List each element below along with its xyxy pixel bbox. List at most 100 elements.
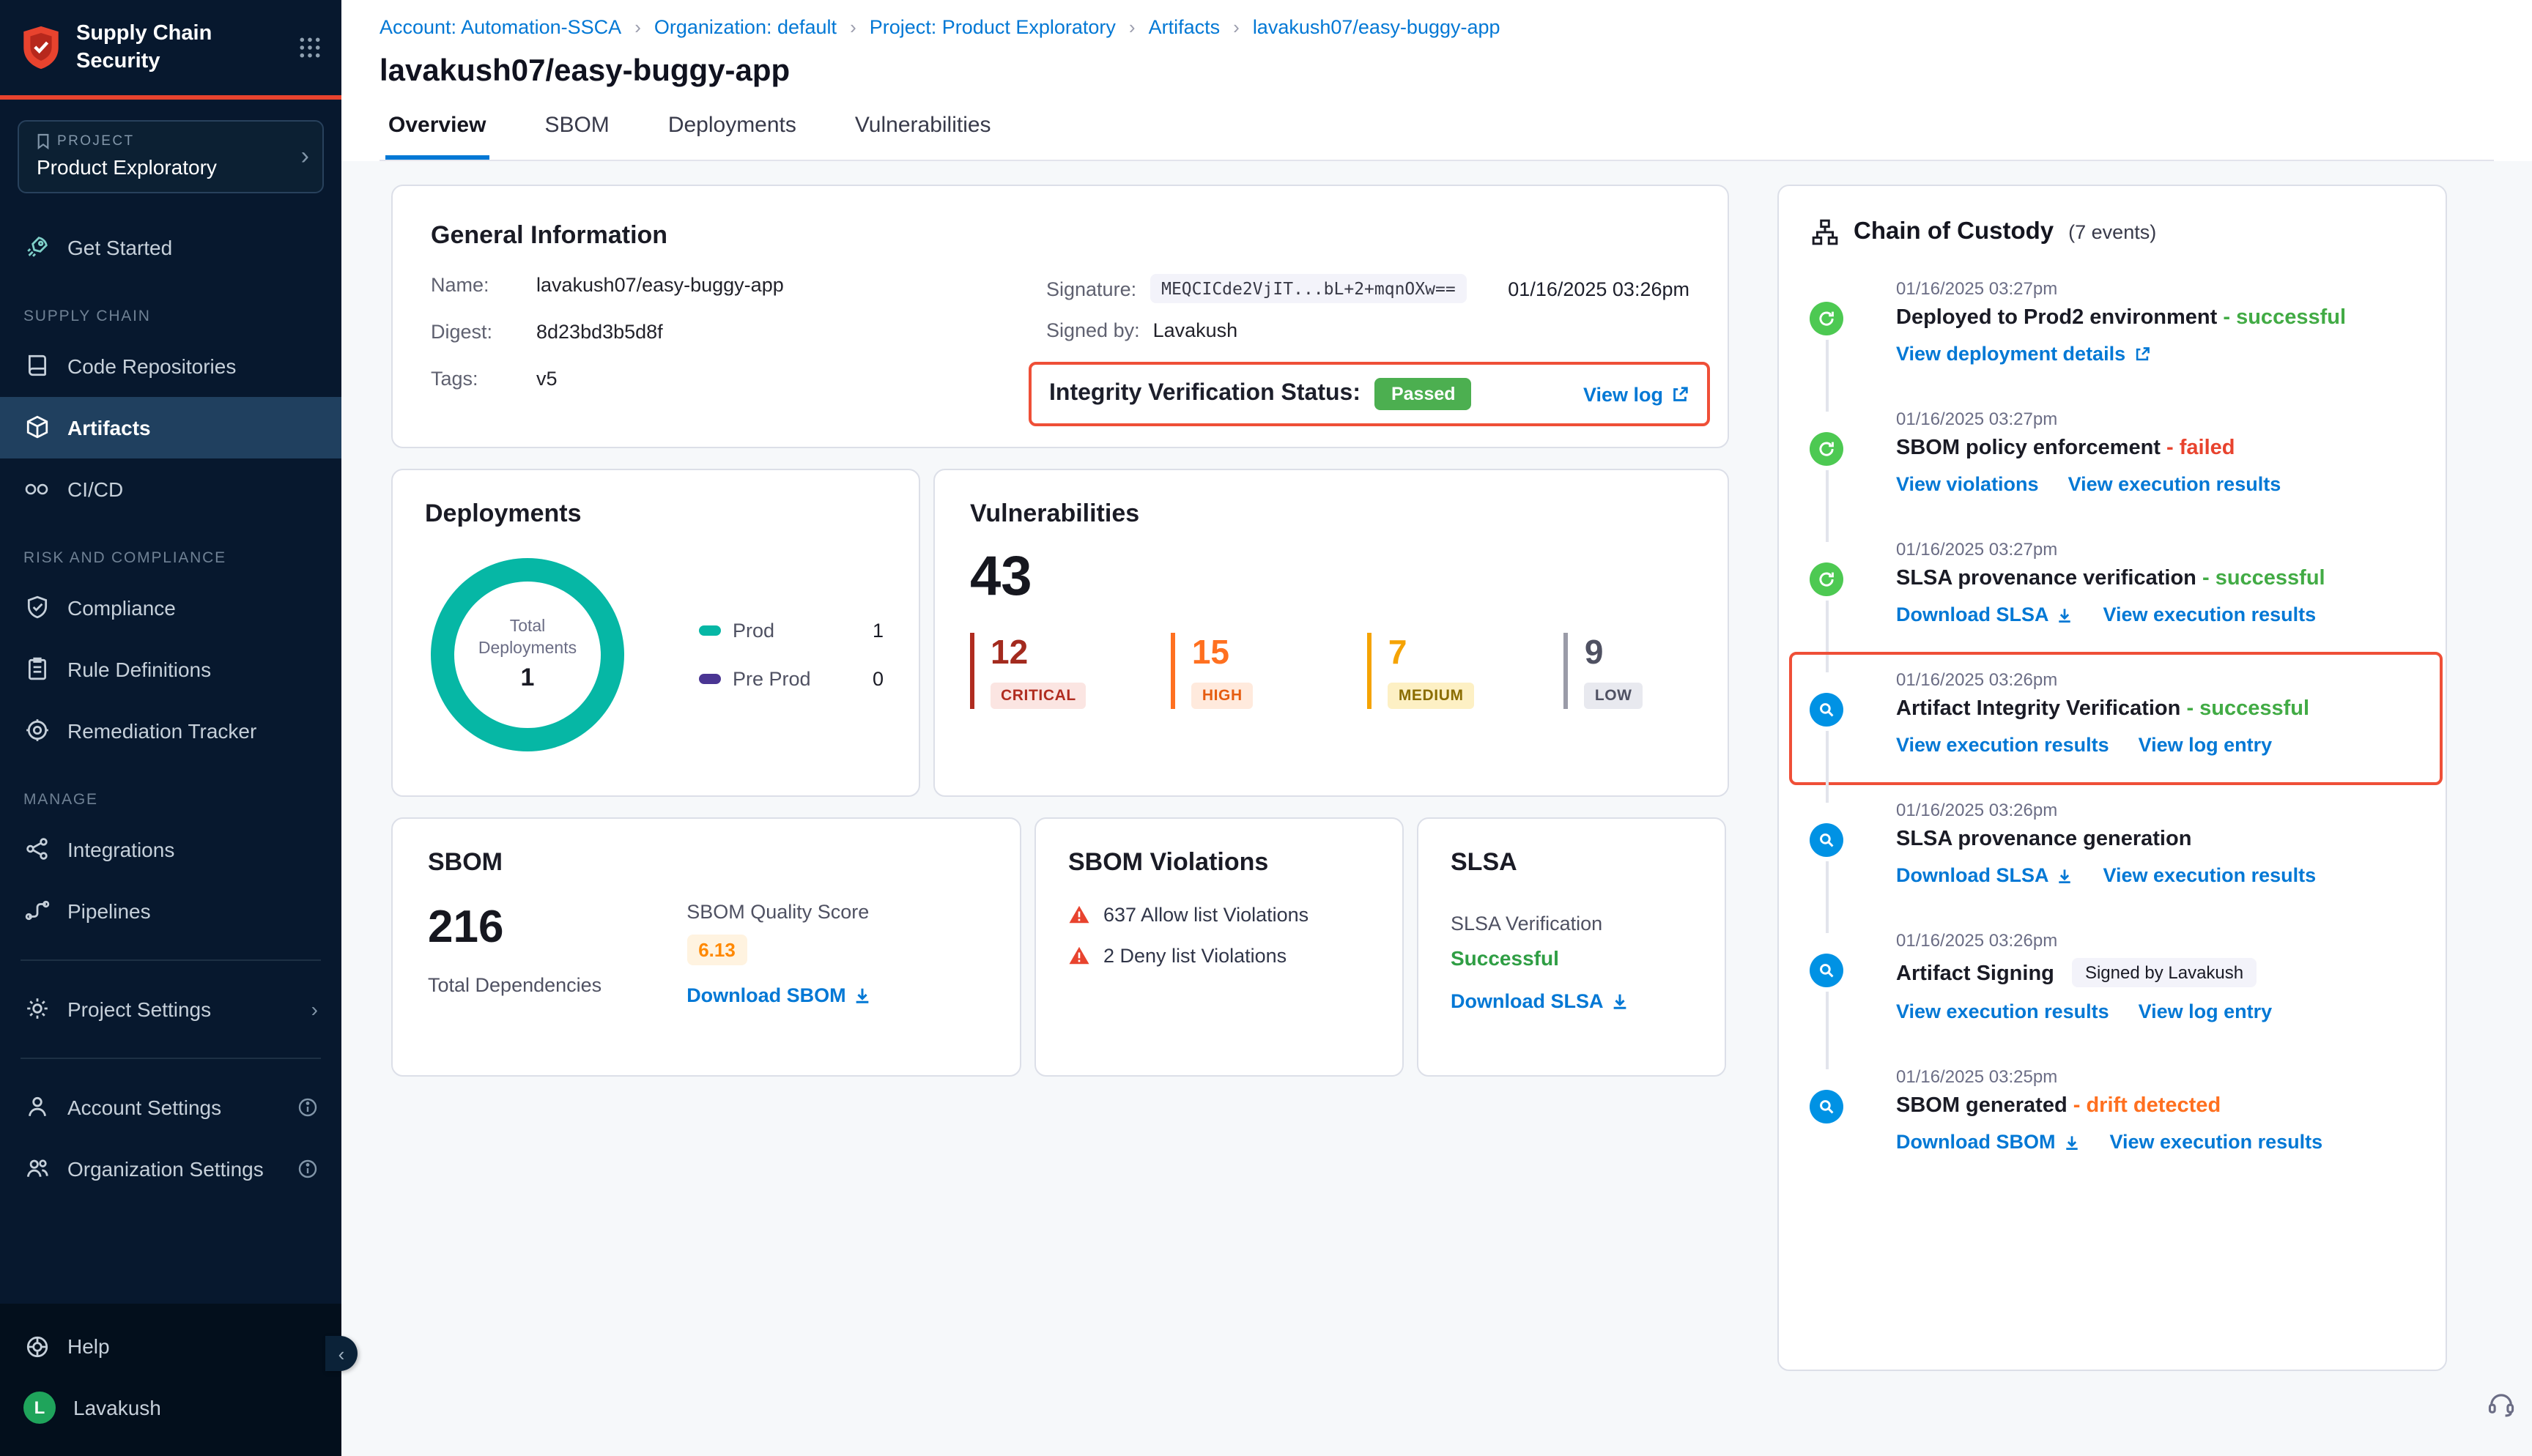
event-name: SBOM generated (1896, 1094, 2068, 1118)
card-title: SBOM Violations (1068, 848, 1370, 877)
sidebar-item-label: Code Repositories (67, 354, 236, 377)
sidebar-footer: Help L Lavakush (0, 1304, 341, 1456)
chain-event: 01/16/2025 03:27pm Deployed to Prod2 env… (1779, 278, 2446, 409)
chain-events-timeline: 01/16/2025 03:27pm Deployed to Prod2 env… (1779, 278, 2446, 1197)
repository-icon (23, 352, 50, 379)
link-label: View execution results (2068, 473, 2281, 495)
view-execution-results-link[interactable]: View execution results (1896, 1000, 2109, 1022)
severity-badge: MEDIUM (1388, 683, 1474, 709)
sidebar-item-rule-definitions[interactable]: Rule Definitions (0, 638, 341, 699)
signature-timestamp: 01/16/2025 03:26pm (1508, 278, 1689, 300)
sidebar-item-artifacts[interactable]: Artifacts (0, 396, 341, 458)
sidebar-item-integrations[interactable]: Integrations (0, 818, 341, 880)
link-label: View execution results (1896, 1000, 2109, 1022)
sbom-violations-card: SBOM Violations 637 Allow list Violation… (1034, 817, 1404, 1077)
link-label: Download SLSA (1896, 864, 2049, 886)
sidebar-item-help[interactable]: Help (0, 1315, 341, 1377)
tab-deployments[interactable]: Deployments (665, 113, 799, 160)
sidebar-item-account-settings[interactable]: Account Settings (0, 1076, 341, 1137)
view-violations-link[interactable]: View violations (1896, 473, 2039, 495)
sidebar-item-organization-settings[interactable]: Organization Settings (0, 1137, 341, 1199)
event-timestamp: 01/16/2025 03:25pm (1896, 1066, 2425, 1087)
feedback-headset-icon[interactable] (2487, 1389, 2516, 1418)
view-deployment-details-link[interactable]: View deployment details (1896, 343, 2150, 365)
breadcrumb-separator: › (634, 16, 641, 38)
donut-center-value: 1 (521, 664, 535, 693)
view-log-entry-link[interactable]: View log entry (2139, 1000, 2273, 1022)
download-slsa-link[interactable]: Download SLSA (1451, 990, 1630, 1012)
sidebar-item-code-repositories[interactable]: Code Repositories (0, 335, 341, 396)
event-name: Artifact Signing (1896, 962, 2054, 986)
sidebar-item-project-settings[interactable]: Project Settings › (0, 978, 341, 1039)
legend-label: Prod (733, 620, 774, 642)
event-title: Deployed to Prod2 environment successful (1896, 306, 2425, 330)
sidebar-item-compliance[interactable]: Compliance (0, 576, 341, 638)
project-selector[interactable]: PROJECT Product Exploratory › (18, 119, 324, 193)
view-log-link[interactable]: View log (1583, 383, 1689, 405)
sidebar-item-get-started[interactable]: Get Started (0, 216, 341, 278)
lifebuoy-icon (23, 1333, 50, 1359)
event-name: SBOM policy enforcement (1896, 437, 2161, 460)
sidebar-item-cicd[interactable]: CI/CD (0, 458, 341, 519)
breadcrumb-artifact-name[interactable]: lavakush07/easy-buggy-app (1253, 16, 1500, 38)
breadcrumb-organization[interactable]: Organization: default (654, 16, 837, 38)
slsa-generation-event-icon (1810, 823, 1843, 857)
info-icon[interactable] (297, 1096, 318, 1117)
slsa-verification-status: Successful (1451, 946, 1692, 970)
download-sbom-link[interactable]: Download SBOM (686, 984, 873, 1006)
chevron-right-icon: › (311, 997, 318, 1020)
allow-list-violations[interactable]: 637 Allow list Violations (1068, 904, 1370, 926)
signature-label: Signature: (1046, 278, 1136, 300)
chain-of-custody-header: Chain of Custody (7 events) (1779, 218, 2446, 246)
view-execution-results-link[interactable]: View execution results (2068, 473, 2281, 495)
link-label: Download SLSA (1896, 603, 2049, 625)
sidebar-item-remediation-tracker[interactable]: Remediation Tracker (0, 699, 341, 761)
general-info-left: Name:lavakush07/easy-buggy-app Digest:8d… (431, 274, 1046, 426)
sidebar-item-label: Pipelines (67, 899, 151, 922)
event-name: SLSA provenance generation (1896, 828, 2191, 851)
event-name: Artifact Integrity Verification (1896, 697, 2180, 721)
breadcrumb-artifacts[interactable]: Artifacts (1149, 16, 1221, 38)
event-title: Artifact Signing Signed by Lavakush (1896, 958, 2425, 987)
shield-check-icon (23, 594, 50, 620)
severity-badge: LOW (1585, 683, 1643, 709)
info-icon[interactable] (297, 1158, 318, 1178)
chain-event: 01/16/2025 03:26pm SLSA provenance gener… (1779, 800, 2446, 930)
infinity-icon (23, 475, 50, 502)
breadcrumb-account[interactable]: Account: Automation-SSCA (380, 16, 621, 38)
apps-grid-icon[interactable] (299, 37, 321, 59)
view-execution-results-link[interactable]: View execution results (2110, 1131, 2323, 1153)
sidebar-user[interactable]: L Lavakush (0, 1377, 341, 1438)
card-title: Vulnerabilities (970, 499, 1692, 529)
chevron-right-icon: › (301, 141, 309, 171)
severity-badge: CRITICAL (991, 683, 1087, 709)
view-execution-results-link[interactable]: View execution results (2103, 603, 2317, 625)
tab-overview[interactable]: Overview (385, 113, 489, 160)
download-icon (1611, 992, 1630, 1011)
tab-sbom[interactable]: SBOM (541, 113, 612, 160)
person-icon (23, 1093, 50, 1120)
breadcrumb-separator: › (850, 16, 856, 38)
download-sbom-link[interactable]: Download SBOM (1896, 1131, 2081, 1153)
tags-label: Tags: (431, 368, 516, 390)
download-slsa-link[interactable]: Download SLSA (1896, 864, 2074, 886)
warning-icon (1068, 904, 1090, 926)
tab-vulnerabilities[interactable]: Vulnerabilities (852, 113, 994, 160)
legend-item-preprod: Pre Prod 0 (699, 668, 884, 690)
deny-list-violations[interactable]: 2 Deny list Violations (1068, 945, 1370, 967)
download-slsa-link[interactable]: Download SLSA (1896, 603, 2074, 625)
signed-by-badge: Signed by Lavakush (2072, 958, 2257, 987)
event-title: Artifact Integrity Verification successf… (1896, 697, 2425, 721)
artifact-signing-event-icon (1810, 954, 1843, 987)
digest-label: Digest: (431, 321, 516, 343)
view-execution-results-link[interactable]: View execution results (1896, 734, 2109, 756)
severity-badge: HIGH (1192, 683, 1253, 709)
breadcrumb-project[interactable]: Project: Product Exploratory (870, 16, 1116, 38)
general-info-right: Signature: MEQCICde2VjIT...bL+2+mqnOXw==… (1046, 274, 1689, 426)
view-log-entry-link[interactable]: View log entry (2139, 734, 2273, 756)
left-column: General Information Name:lavakush07/easy… (391, 185, 1729, 1077)
view-execution-results-link[interactable]: View execution results (2103, 864, 2317, 886)
sidebar-item-pipelines[interactable]: Pipelines (0, 880, 341, 941)
sidebar-item-label: CI/CD (67, 477, 123, 500)
sbom-quality-label: SBOM Quality Score (686, 901, 873, 923)
